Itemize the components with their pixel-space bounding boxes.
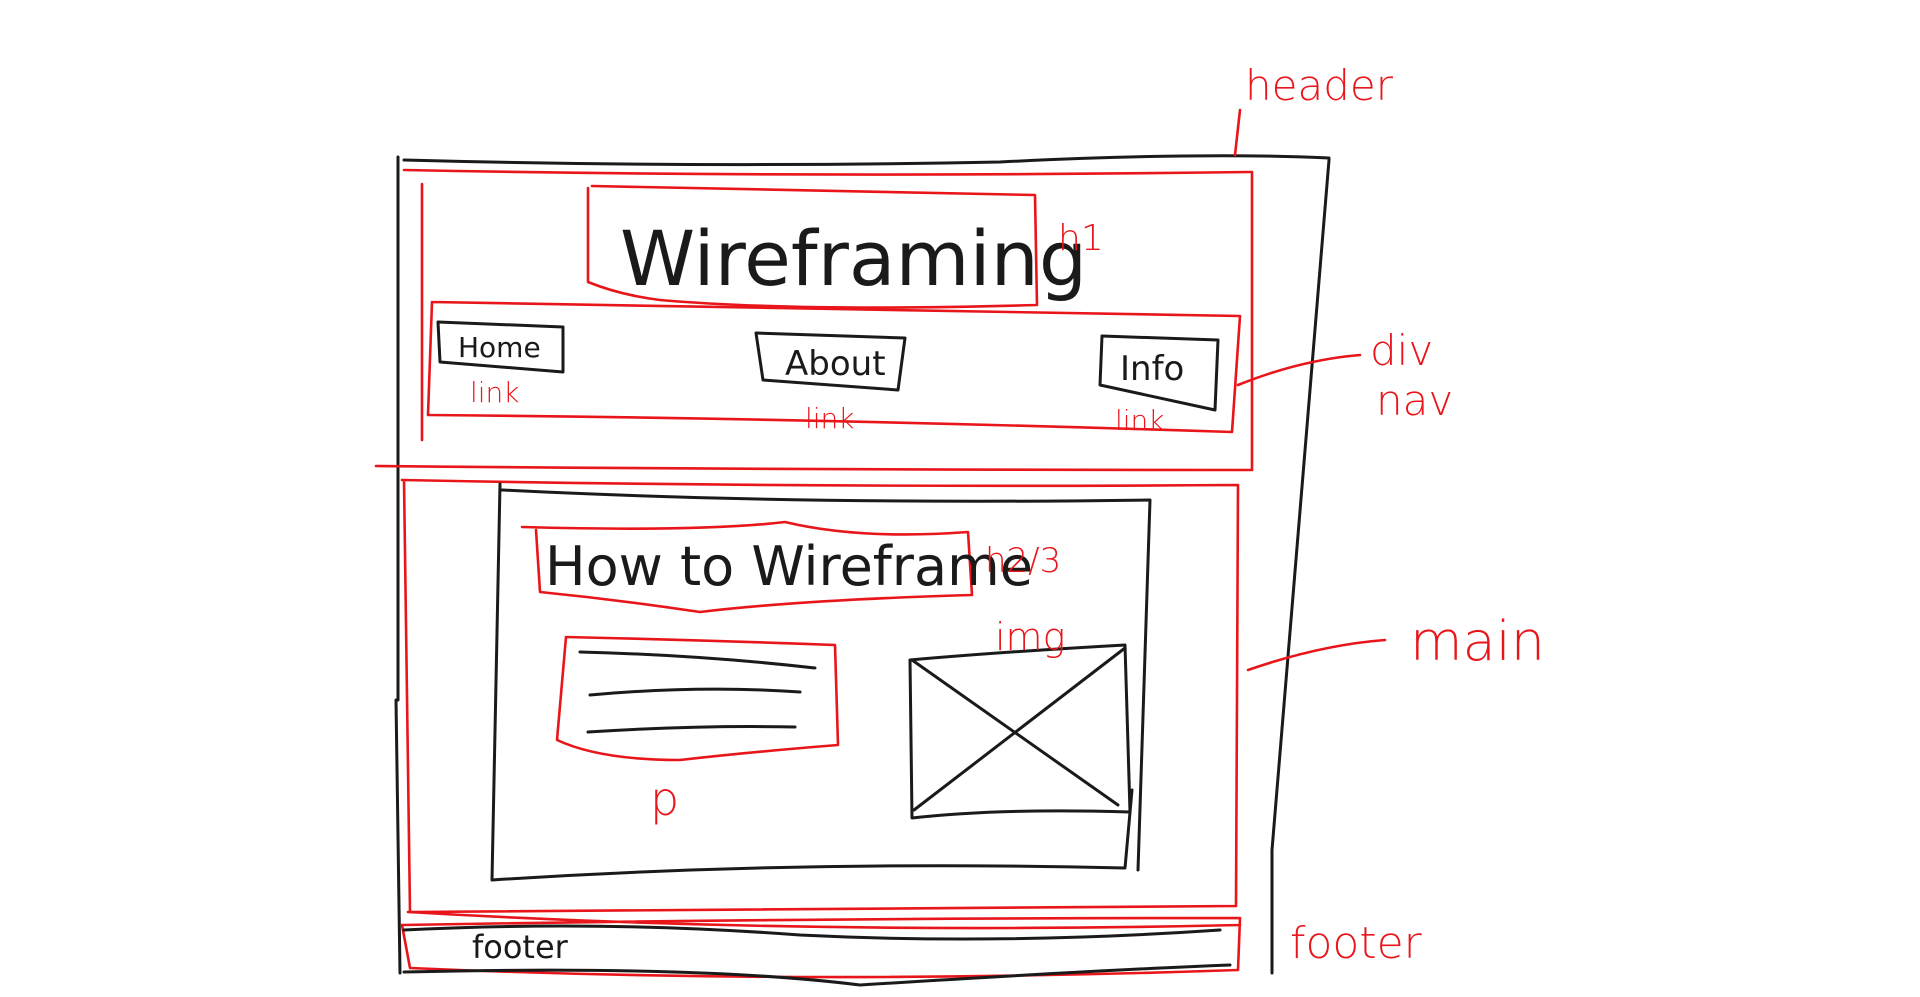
footer-region: footer footer — [400, 910, 1423, 987]
page-title: Wireframing — [620, 214, 1087, 303]
nav-region: div nav Home link About link Info link — [426, 300, 1453, 437]
h1-region: Wireframing h1 — [586, 184, 1104, 309]
paragraph-placeholder: p — [555, 635, 840, 826]
nav-link-about-label[interactable]: About — [785, 344, 886, 384]
article-heading: How to Wireframe — [545, 535, 1033, 598]
nav-link-home-label[interactable]: Home — [458, 331, 541, 364]
main-region: main How to Wireframe h2/3 p img — [400, 478, 1545, 914]
annotation-img: img — [995, 615, 1065, 659]
annotation-header: header — [1245, 61, 1394, 110]
nav-link-home[interactable]: Home link — [436, 320, 565, 409]
image-placeholder: img — [908, 615, 1132, 820]
annotation-nav: nav — [1376, 376, 1453, 425]
annotation-h1: h1 — [1058, 218, 1104, 259]
annotation-h2-3: h2/3 — [985, 541, 1061, 581]
wireframe-sketch: header Wireframing h1 div nav Home link … — [374, 61, 1545, 987]
annotation-link: link — [470, 376, 520, 409]
footer-text: footer — [472, 928, 569, 966]
annotation-p: p — [650, 772, 679, 826]
article-heading-region: How to Wireframe h2/3 — [520, 520, 1061, 614]
nav-link-info[interactable]: Info link — [1098, 334, 1220, 437]
nav-link-info-label[interactable]: Info — [1120, 349, 1184, 389]
annotation-link: link — [1115, 404, 1165, 437]
annotation-footer: footer — [1290, 918, 1423, 969]
annotation-link: link — [805, 402, 855, 435]
annotation-div: div — [1370, 326, 1433, 375]
annotation-main: main — [1410, 610, 1545, 673]
